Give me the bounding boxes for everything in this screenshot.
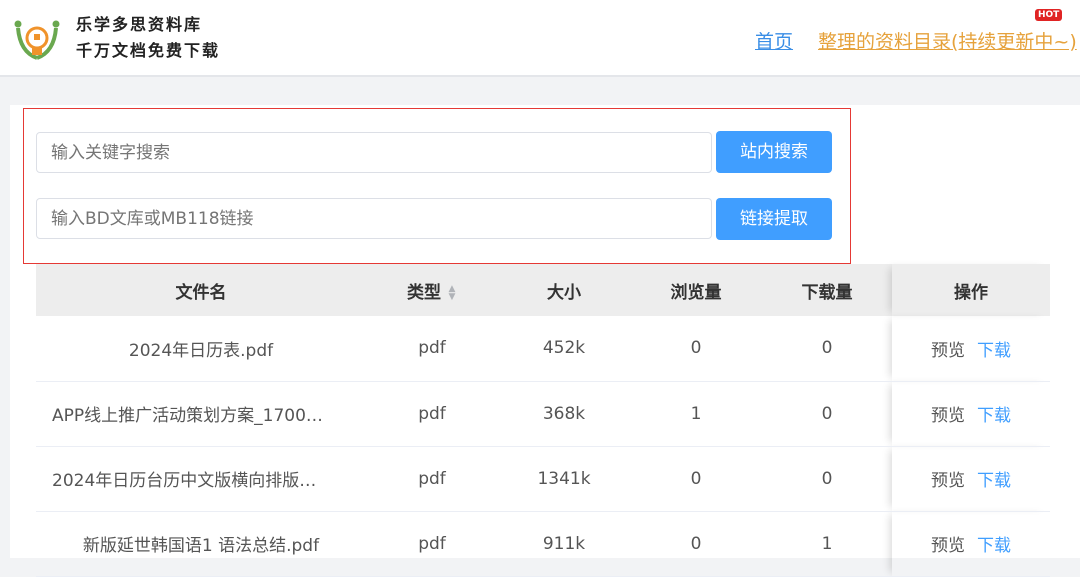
col-size: 大小 <box>498 264 630 316</box>
hot-badge: HOT <box>1035 9 1063 21</box>
row-actions: 预览 下载 <box>892 316 1050 382</box>
col-type[interactable]: 类型 ▲ ▼ <box>366 264 498 316</box>
file-size: 452k <box>498 316 630 382</box>
row-actions: 预览 下载 <box>892 381 1050 447</box>
file-name[interactable]: 2024年日历台历中文版横向排版… <box>36 446 366 512</box>
file-name[interactable]: 2024年日历表.pdf <box>36 316 366 382</box>
col-filename: 文件名 <box>36 264 366 316</box>
table-row: 2024年日历台历中文版横向排版… pdf 1341k 0 0 预览 下载 <box>36 446 1050 512</box>
download-button[interactable]: 下载 <box>977 341 1011 361</box>
download-button[interactable]: 下载 <box>977 536 1011 556</box>
file-size: 1341k <box>498 446 630 512</box>
file-downloads: 1 <box>762 511 892 577</box>
file-views: 0 <box>630 511 762 577</box>
file-name[interactable]: 新版延世韩国语1 语法总结.pdf <box>36 511 366 577</box>
download-button[interactable]: 下载 <box>977 471 1011 491</box>
col-type-label: 类型 <box>407 282 441 303</box>
brand-title: 乐学多思资料库 <box>76 15 203 34</box>
table-row: 2024年日历表.pdf pdf 452k 0 0 预览 下载 <box>36 316 1050 382</box>
sort-icon[interactable]: ▲ ▼ <box>447 284 457 301</box>
file-downloads: 0 <box>762 316 892 382</box>
logo-lightbulb-icon <box>14 20 60 60</box>
file-type: pdf <box>366 316 498 382</box>
preview-button[interactable]: 预览 <box>931 471 965 491</box>
col-downloads: 下载量 <box>762 264 892 316</box>
file-size: 911k <box>498 511 630 577</box>
brand-slogan: 千万文档免费下载 <box>76 41 221 60</box>
file-downloads: 0 <box>762 446 892 512</box>
col-actions: 操作 <box>892 264 1050 316</box>
row-actions: 预览 下载 <box>892 511 1050 577</box>
table-row: 新版延世韩国语1 语法总结.pdf pdf 911k 0 1 预览 下载 <box>36 511 1050 577</box>
nav-directory-link[interactable]: 整理的资料目录(持续更新中~) <box>818 27 1077 54</box>
preview-button[interactable]: 预览 <box>931 406 965 426</box>
file-downloads: 0 <box>762 381 892 447</box>
link-input[interactable] <box>36 198 712 239</box>
row-actions: 预览 下载 <box>892 446 1050 512</box>
header: 乐学多思资料库 千万文档免费下载 首页 整理的资料目录(持续更新中~) HOT <box>0 0 1080 77</box>
file-type: pdf <box>366 446 498 512</box>
table-row: APP线上推广活动策划方案_1700… pdf 368k 1 0 预览 下载 <box>36 381 1050 447</box>
file-size: 368k <box>498 381 630 447</box>
file-table: 文件名 类型 ▲ ▼ 大小 浏览量 下载量 操作 2024年日历表.pdf pdf … <box>36 264 1050 577</box>
brand-name: 乐学多思资料库 千万文档免费下载 <box>76 12 220 64</box>
preview-button[interactable]: 预览 <box>931 341 965 361</box>
file-type: pdf <box>366 511 498 577</box>
file-views: 1 <box>630 381 762 447</box>
site-search-button[interactable]: 站内搜索 <box>716 131 832 173</box>
file-name[interactable]: APP线上推广活动策划方案_1700… <box>36 381 366 447</box>
keyword-search-input[interactable] <box>36 132 712 173</box>
download-button[interactable]: 下载 <box>977 406 1011 426</box>
link-extract-button[interactable]: 链接提取 <box>716 198 832 240</box>
col-views: 浏览量 <box>630 264 762 316</box>
file-views: 0 <box>630 446 762 512</box>
nav-home-link[interactable]: 首页 <box>755 27 793 54</box>
file-type: pdf <box>366 381 498 447</box>
preview-button[interactable]: 预览 <box>931 536 965 556</box>
file-views: 0 <box>630 316 762 382</box>
